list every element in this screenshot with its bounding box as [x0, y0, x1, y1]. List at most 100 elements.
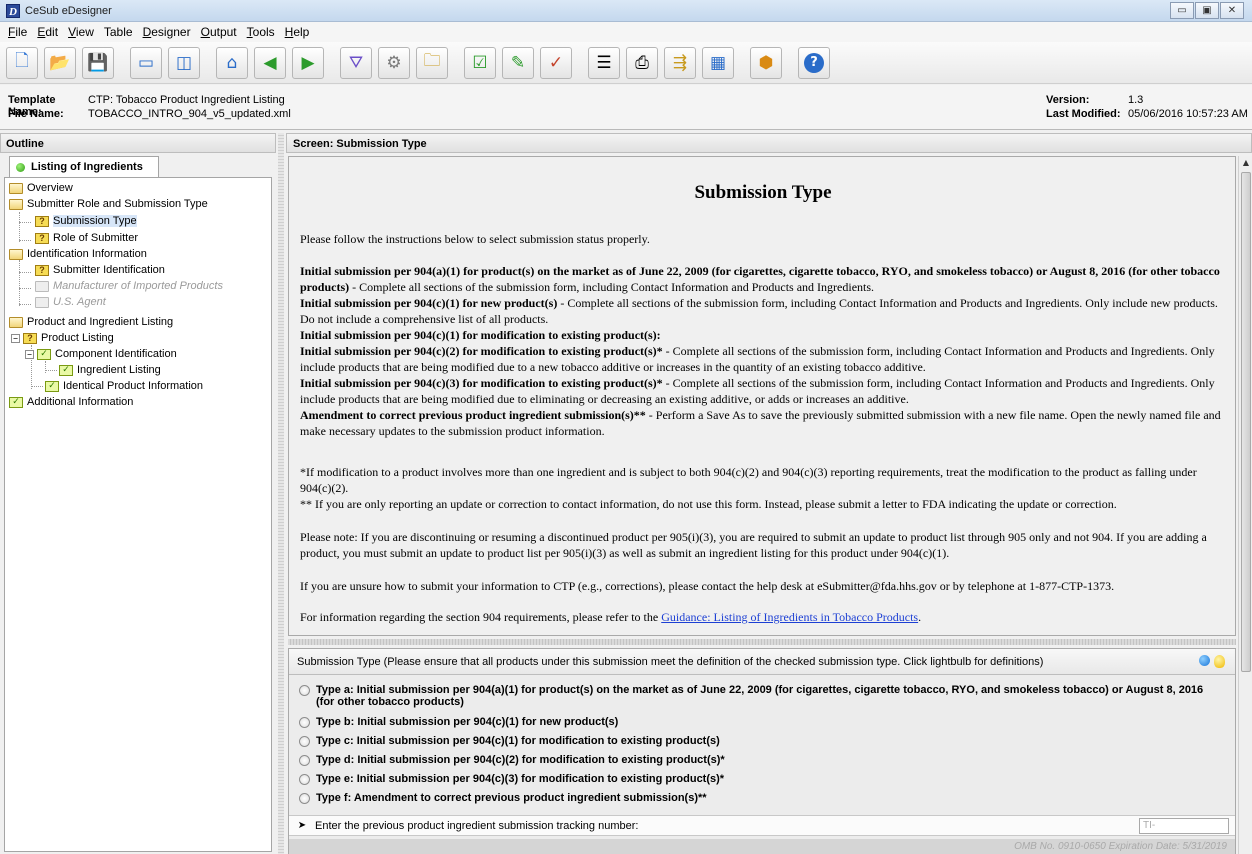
menu-output[interactable]: Output	[196, 25, 242, 39]
save-button[interactable]: 💾	[82, 46, 114, 79]
minimize-button[interactable]: ▭	[1170, 2, 1194, 19]
question-icon: ?	[35, 232, 49, 244]
radio-type-c[interactable]: Type c: Initial submission per 904(c)(1)…	[299, 735, 720, 747]
menu-table[interactable]: Table	[99, 25, 138, 39]
toolbar: 🗋 📂 💾 ▭ ◫ ⌂ ◀ ▶ ⛛ ⚙ 🗀 ☑ ✎ ✓ ☰ ⎙ ⇶ ▦ ⬢ ?	[0, 42, 1252, 84]
open-button[interactable]: 📂	[44, 46, 76, 79]
tracking-number-label: Enter the previous product ingredient su…	[315, 819, 639, 832]
package-icon: ⬢	[758, 52, 774, 73]
forward-button[interactable]: ▶	[292, 46, 324, 79]
status-dot-icon	[16, 162, 25, 172]
radio-button[interactable]	[299, 755, 310, 766]
tree-item-manufacturer-imported[interactable]: Manufacturer of Imported Products	[35, 280, 223, 292]
radio-button[interactable]	[299, 736, 310, 747]
tree-item-additional-information[interactable]: ✓ Additional Information	[9, 396, 133, 408]
tree-item-product-listing[interactable]: − ? Product Listing	[11, 332, 114, 344]
menu-edit[interactable]: Edit	[32, 25, 63, 39]
folder-icon	[35, 296, 49, 308]
home-icon: ⌂	[226, 52, 238, 73]
tree-item-overview[interactable]: Overview	[9, 182, 73, 194]
filter-button[interactable]: ⛛	[340, 46, 372, 79]
lightbulb-icon[interactable]	[1214, 655, 1225, 668]
tree-item-component-identification[interactable]: − ✓ Component Identification	[25, 348, 177, 360]
tracking-number-input[interactable]: TI-	[1139, 818, 1229, 834]
review-form-button[interactable]: ✓	[540, 46, 572, 79]
screen-header: Screen: Submission Type	[286, 133, 1252, 153]
maximize-button[interactable]: ▣	[1195, 2, 1219, 19]
tree-item-identification-information[interactable]: Identification Information	[9, 248, 147, 260]
settings-gears-icon: ⚙	[386, 52, 402, 73]
review-form-icon: ✓	[548, 52, 564, 73]
note-discontinued: Please note: If you are discontinuing or…	[300, 530, 1207, 560]
panel-splitter[interactable]	[278, 133, 284, 854]
tree-item-submitter-identification[interactable]: ? Submitter Identification	[35, 264, 165, 276]
note-help-desk: If you are unsure how to submit your inf…	[300, 579, 1115, 593]
collapse-icon[interactable]: −	[25, 349, 34, 359]
print-preview-icon: ⎙	[635, 52, 649, 73]
checkmark-icon: ✓	[37, 348, 51, 360]
tree-item-role-of-submitter[interactable]: ? Role of Submitter	[35, 232, 138, 244]
tree-item-identical-product[interactable]: ✓ Identical Product Information	[45, 380, 203, 392]
scroll-thumb[interactable]	[1241, 172, 1251, 672]
horizontal-splitter[interactable]	[288, 639, 1236, 645]
radio-button[interactable]	[299, 685, 310, 696]
version-row: Version: 1.3	[1046, 94, 1144, 106]
info-icon[interactable]	[1199, 655, 1210, 666]
menu-file[interactable]: File	[3, 25, 32, 39]
omb-footer: OMB No. 0910-0650 Expiration Date: 5/31/…	[289, 839, 1235, 854]
folder-button[interactable]: 🗀	[416, 46, 448, 79]
outline-tab-label: Listing of Ingredients	[31, 161, 143, 173]
close-button[interactable]: ✕	[1220, 2, 1244, 19]
window-controls: ▭ ▣ ✕	[1169, 2, 1244, 19]
menu-designer[interactable]: Designer	[138, 25, 196, 39]
question-icon: ?	[23, 332, 37, 344]
tree-item-product-ingredient-listing[interactable]: Product and Ingredient Listing	[9, 316, 173, 328]
window-button[interactable]: ▭	[130, 46, 162, 79]
package-button[interactable]: ⬢	[750, 46, 782, 79]
instructions-block: Initial submission per 904(a)(1) for pro…	[300, 264, 1221, 438]
menu-tools[interactable]: Tools	[242, 25, 280, 39]
output-icon: ⇶	[672, 52, 688, 73]
back-button[interactable]: ◀	[254, 46, 286, 79]
note-footnote-1: *If modification to a product involves m…	[300, 465, 1197, 495]
document-list-button[interactable]: ☰	[588, 46, 620, 79]
version-value: 1.3	[1128, 94, 1144, 106]
output-button[interactable]: ⇶	[664, 46, 696, 79]
tree-item-ingredient-listing[interactable]: ✓ Ingredient Listing	[59, 364, 161, 376]
tree-item-us-agent[interactable]: U.S. Agent	[35, 296, 106, 308]
checkmark-icon: ✓	[9, 396, 23, 408]
calculator-button[interactable]: ▦	[702, 46, 734, 79]
menu-help[interactable]: Help	[280, 25, 315, 39]
menu-view[interactable]: View	[63, 25, 99, 39]
radio-type-d[interactable]: Type d: Initial submission per 904(c)(2)…	[299, 754, 725, 766]
tab-listing-of-ingredients[interactable]: Listing of Ingredients	[9, 156, 159, 177]
radio-type-a[interactable]: Type a: Initial submission per 904(a)(1)…	[299, 684, 1219, 708]
help-button[interactable]: ?	[798, 46, 830, 79]
radio-type-f[interactable]: Type f: Amendment to correct previous pr…	[299, 792, 707, 804]
radio-button[interactable]	[299, 774, 310, 785]
collapse-icon[interactable]: −	[11, 333, 20, 343]
tree-item-submitter-role[interactable]: Submitter Role and Submission Type	[9, 198, 208, 210]
edit-form-button[interactable]: ✎	[502, 46, 534, 79]
radio-type-b[interactable]: Type b: Initial submission per 904(c)(1)…	[299, 716, 618, 728]
radio-button[interactable]	[299, 793, 310, 804]
new-document-button[interactable]: 🗋	[6, 46, 38, 79]
radio-type-e[interactable]: Type e: Initial submission per 904(c)(3)…	[299, 773, 724, 785]
checklist-icon: ☑	[472, 52, 488, 73]
folder-icon	[35, 280, 49, 292]
tree-item-submission-type[interactable]: ? Submission Type	[35, 215, 137, 227]
home-button[interactable]: ⌂	[216, 46, 248, 79]
window-icon: ▭	[137, 52, 155, 73]
scroll-up-icon[interactable]: ▲	[1239, 156, 1252, 170]
guidance-link[interactable]: Guidance: Listing of Ingredients in Toba…	[661, 610, 918, 624]
checklist-button[interactable]: ☑	[464, 46, 496, 79]
row-arrow-icon: ➤	[297, 820, 307, 831]
split-view-button[interactable]: ◫	[168, 46, 200, 79]
forward-arrow-icon: ▶	[301, 52, 315, 73]
vertical-scrollbar[interactable]: ▲	[1238, 156, 1252, 854]
question-label: Submission Type (Please ensure that all …	[297, 656, 1044, 668]
print-preview-button[interactable]: ⎙	[626, 46, 658, 79]
settings-button[interactable]: ⚙	[378, 46, 410, 79]
checkmark-icon: ✓	[45, 380, 59, 392]
radio-button[interactable]	[299, 717, 310, 728]
